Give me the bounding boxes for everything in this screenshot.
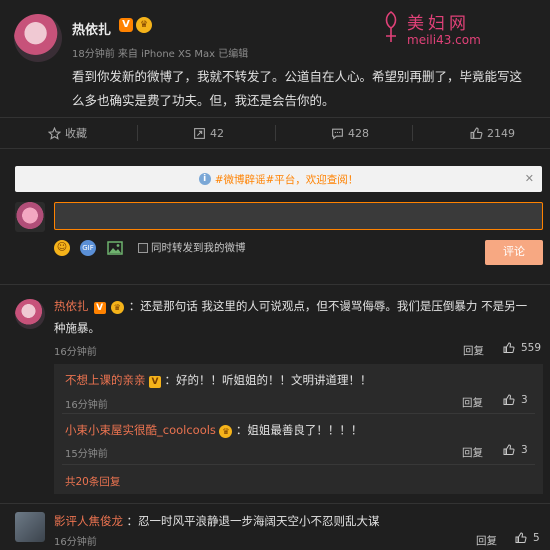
repost-count: 42 bbox=[210, 126, 224, 140]
repost-icon bbox=[194, 127, 205, 139]
reply-like-count: 3 bbox=[521, 394, 528, 406]
comment-like-count: 559 bbox=[521, 342, 542, 354]
reply-time: 15分钟前 bbox=[65, 449, 108, 460]
comment-avatar[interactable] bbox=[15, 512, 45, 542]
repost-checkbox[interactable] bbox=[138, 243, 148, 253]
comment-username[interactable]: 影评人焦俊龙 bbox=[54, 514, 123, 528]
reply-like-button[interactable]: 3 bbox=[503, 394, 528, 406]
divider bbox=[62, 413, 535, 414]
like-button[interactable]: 2149 bbox=[470, 117, 515, 149]
reply-username[interactable]: 小束小束屋实很酷_coolcools bbox=[65, 423, 216, 437]
emoji-icon[interactable]: ☺ bbox=[54, 240, 70, 256]
verified-badge-icon: V bbox=[149, 376, 161, 388]
comment-time: 16分钟前 bbox=[54, 347, 97, 358]
comment-username[interactable]: 热依扎 bbox=[54, 299, 89, 313]
more-replies-link[interactable]: 共20条回复 bbox=[65, 474, 120, 489]
comment-count: 428 bbox=[348, 126, 369, 140]
notice-text[interactable]: #微博辟谣#平台，欢迎查阅！ bbox=[215, 172, 359, 187]
reply-item: 不想上课的亲亲 V ：好的！！听姐姐的！！文明讲道理！！ bbox=[65, 373, 535, 388]
author-name[interactable]: 热依扎 bbox=[72, 19, 111, 38]
reply-username[interactable]: 不想上课的亲亲 bbox=[65, 373, 146, 387]
comment-like-count: 5 bbox=[533, 532, 540, 544]
verified-badge-icon: V bbox=[93, 302, 106, 314]
gif-icon[interactable]: GIF bbox=[80, 240, 96, 256]
watermark-logo-icon bbox=[385, 11, 397, 42]
member-crown-icon: ♛ bbox=[110, 301, 124, 314]
close-icon[interactable]: ✕ bbox=[525, 172, 534, 185]
comment-icon bbox=[332, 128, 343, 140]
favorite-label: 收藏 bbox=[65, 127, 87, 140]
comment-avatar[interactable] bbox=[15, 299, 45, 329]
member-crown-icon: ♛ bbox=[136, 17, 152, 33]
verified-badge-icon: V bbox=[119, 18, 133, 32]
post-meta: 18分钟前 来自 iPhone XS Max 已编辑 bbox=[72, 49, 249, 60]
info-icon: i bbox=[198, 173, 211, 185]
submit-comment-button[interactable]: 评论 bbox=[485, 240, 543, 265]
comment-like-button[interactable]: 559 bbox=[503, 342, 541, 354]
divider bbox=[137, 125, 138, 141]
watermark-url: meili43.com bbox=[407, 33, 481, 47]
author-avatar[interactable] bbox=[14, 14, 62, 62]
comment-time: 16分钟前 bbox=[54, 537, 97, 548]
post-text: 看到你发新的微博了，我就不转发了。公道自在人心。希望别再删了，毕竟能写这么多也确… bbox=[72, 69, 523, 108]
rumor-notice[interactable]: i #微博辟谣#平台，欢迎查阅！ bbox=[15, 166, 542, 192]
member-crown-icon: ♛ bbox=[219, 425, 233, 438]
thumbs-up-icon bbox=[503, 342, 515, 353]
divider bbox=[0, 503, 550, 504]
comment-body: 影评人焦俊龙 ：忍一时风平浪静退一步海阔天空小不忍则乱大谋 bbox=[54, 510, 534, 532]
thumbs-up-icon bbox=[470, 127, 483, 139]
divider bbox=[412, 125, 413, 141]
thumbs-up-icon bbox=[515, 532, 527, 543]
comment-text: ：还是那句话 我这里的人可说观点，但不谩骂侮辱。我们是压倒暴力 不是另一种施暴。 bbox=[54, 299, 528, 335]
comment-button[interactable]: 428 bbox=[331, 117, 369, 149]
comment-input[interactable] bbox=[54, 202, 543, 230]
reply-item: 小束小束屋实很酷_coolcools ♛ ：姐姐最善良了！！！！ bbox=[65, 423, 535, 438]
divider bbox=[275, 125, 276, 141]
reply-like-button[interactable]: 3 bbox=[503, 444, 528, 456]
thumbs-up-icon bbox=[503, 444, 515, 455]
like-count: 2149 bbox=[487, 126, 515, 140]
image-icon[interactable] bbox=[107, 240, 123, 256]
repost-checkbox-label[interactable]: 同时转发到我的微博 bbox=[151, 240, 246, 255]
comment-body: 热依扎 V ♛ ：还是那句话 我这里的人可说观点，但不谩骂侮辱。我们是压倒暴力 … bbox=[54, 295, 534, 339]
divider bbox=[0, 284, 550, 285]
comment-text: ：忍一时风平浪静退一步海阔天空小不忍则乱大谋 bbox=[126, 514, 380, 528]
thumbs-up-icon bbox=[503, 394, 515, 405]
comment-like-button[interactable]: 5 bbox=[515, 532, 540, 544]
current-user-avatar bbox=[15, 202, 45, 232]
reply-time: 16分钟前 bbox=[65, 400, 108, 411]
reply-text: ：好的！！听姐姐的！！文明讲道理！！ bbox=[164, 373, 372, 387]
favorite-button[interactable]: 收藏 bbox=[48, 117, 87, 149]
reply-text: ：姐姐最善良了！！！！ bbox=[235, 423, 363, 437]
reply-like-count: 3 bbox=[521, 444, 528, 456]
reply-button[interactable]: 回复 bbox=[476, 533, 497, 548]
reply-button[interactable]: 回复 bbox=[462, 395, 483, 410]
star-icon bbox=[48, 126, 61, 140]
repost-button[interactable]: 42 bbox=[193, 117, 224, 149]
watermark-title: 美妇网 bbox=[407, 14, 470, 34]
divider bbox=[62, 464, 535, 465]
reply-button[interactable]: 回复 bbox=[463, 343, 484, 358]
reply-button[interactable]: 回复 bbox=[462, 445, 483, 460]
